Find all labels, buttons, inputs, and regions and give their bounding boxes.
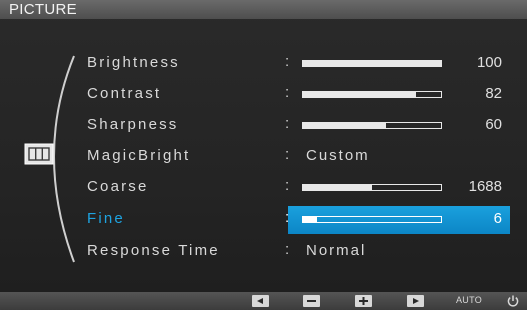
menu-item-label: Sharpness bbox=[87, 116, 179, 133]
plus-button[interactable] bbox=[355, 295, 372, 307]
brightness-value: 100 bbox=[476, 54, 502, 71]
menu-item-magicbright[interactable]: MagicBright : Custom bbox=[80, 143, 510, 171]
menu-item-fine[interactable]: Fine : 6 bbox=[80, 206, 510, 234]
auto-button[interactable]: AUTO bbox=[456, 295, 482, 305]
fine-value: 6 bbox=[493, 210, 502, 227]
menu-item-label: Contrast bbox=[87, 85, 162, 102]
power-icon[interactable] bbox=[506, 294, 520, 308]
sharpness-slider[interactable] bbox=[302, 122, 442, 129]
menu-item-colon: : bbox=[285, 146, 290, 163]
menu-item-colon: : bbox=[285, 84, 290, 101]
brightness-slider[interactable] bbox=[302, 60, 442, 67]
sharpness-value: 60 bbox=[485, 116, 502, 133]
contrast-value: 82 bbox=[485, 85, 502, 102]
menu-item-colon: : bbox=[285, 241, 290, 258]
right-button[interactable] bbox=[407, 295, 424, 307]
menu-item-colon: : bbox=[285, 53, 290, 70]
minus-icon bbox=[307, 300, 316, 302]
contrast-slider[interactable] bbox=[302, 91, 442, 98]
button-guide-bar: AUTO bbox=[0, 292, 527, 310]
picture-menu-icon bbox=[24, 143, 54, 165]
slider-fill bbox=[303, 92, 417, 97]
coarse-slider[interactable] bbox=[302, 184, 442, 191]
menu-item-colon: : bbox=[285, 177, 290, 194]
minus-button[interactable] bbox=[303, 295, 320, 307]
slider-fill bbox=[303, 217, 317, 222]
menu-item-contrast[interactable]: Contrast : 82 bbox=[80, 81, 510, 109]
response-time-value: Normal bbox=[306, 242, 367, 259]
slider-fill bbox=[303, 123, 386, 128]
menu-item-brightness[interactable]: Brightness : 100 bbox=[80, 50, 510, 78]
left-arrow-icon bbox=[257, 298, 263, 304]
right-arrow-icon bbox=[413, 298, 419, 304]
menu-item-label: Coarse bbox=[87, 178, 149, 195]
plus-icon bbox=[359, 297, 368, 305]
magicbright-value: Custom bbox=[306, 147, 370, 164]
menu-item-colon: : bbox=[285, 209, 290, 226]
left-button[interactable] bbox=[252, 295, 269, 307]
slider-fill bbox=[303, 185, 372, 190]
menu-item-coarse[interactable]: Coarse : 1688 bbox=[80, 174, 510, 202]
osd-menu: PICTURE Brightness : 100 Contrast : 82 S… bbox=[0, 0, 527, 310]
menu-item-label: Fine bbox=[87, 210, 125, 227]
fine-slider[interactable] bbox=[302, 216, 442, 223]
menu-item-response-time[interactable]: Response Time : Normal bbox=[80, 238, 510, 266]
menu-item-label: Response Time bbox=[87, 242, 220, 259]
menu-item-colon: : bbox=[285, 115, 290, 132]
coarse-value: 1688 bbox=[468, 178, 502, 195]
menu-item-label: MagicBright bbox=[87, 147, 191, 164]
slider-fill bbox=[303, 61, 441, 66]
menu-item-sharpness[interactable]: Sharpness : 60 bbox=[80, 112, 510, 140]
menu-item-label: Brightness bbox=[87, 54, 180, 71]
